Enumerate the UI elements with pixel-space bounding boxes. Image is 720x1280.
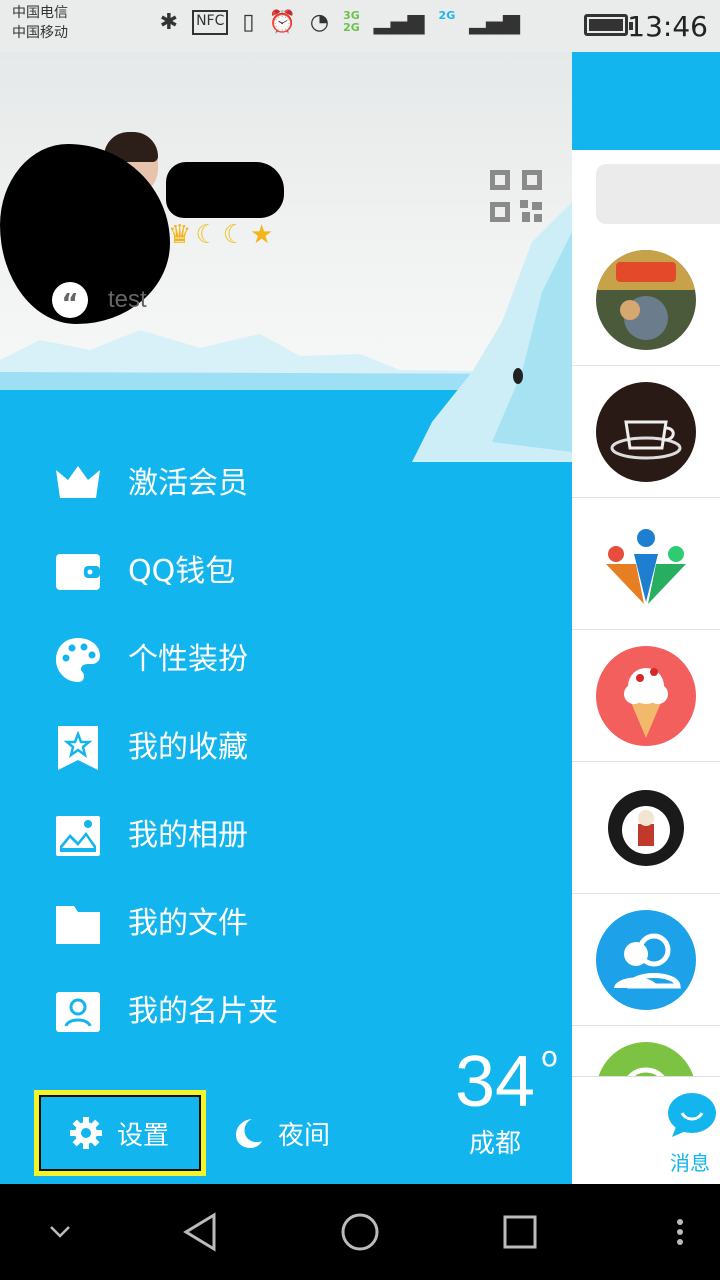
conversation-row[interactable]: [572, 762, 720, 894]
moon-badge-icon: ☾: [222, 220, 246, 250]
more-button[interactable]: [660, 1184, 700, 1280]
wallet-icon: [56, 554, 100, 590]
icecream-avatar: [596, 646, 696, 746]
crown-icon: [56, 466, 100, 498]
battery-icon: [584, 14, 633, 36]
conversation-row[interactable]: [572, 498, 720, 630]
bookmark-star-icon: [58, 726, 98, 770]
redaction-mark-name: [166, 162, 284, 218]
home-button[interactable]: [330, 1184, 390, 1280]
menu-item-label: 激活会员: [128, 466, 248, 501]
game-avatar: [596, 250, 696, 350]
menu-item-label: 我的收藏: [128, 730, 248, 765]
signal-icon-2: ▂▄▆: [469, 10, 520, 35]
moon-badge-icon: ☾: [195, 220, 219, 250]
conversation-row[interactable]: [572, 366, 720, 498]
back-triangle-icon: [183, 1212, 216, 1252]
hide-navbar-button[interactable]: [40, 1184, 80, 1280]
signature[interactable]: “ test: [52, 282, 147, 319]
iceberg-decoration: [412, 202, 572, 462]
star-badge-icon: ★: [249, 220, 274, 250]
carrier-labels: 中国电信 中国移动: [12, 3, 68, 43]
nfc-icon: NFC: [192, 10, 229, 35]
bluetooth-icon: ✱: [159, 10, 179, 35]
drawer-footer: 设置 夜间 34 o 成都: [0, 1040, 572, 1182]
alarm-icon: ⏰: [268, 10, 296, 35]
carrier-1: 中国电信: [12, 5, 68, 21]
recents-square-icon: [503, 1215, 537, 1249]
conversation-row[interactable]: [572, 630, 720, 762]
menu-item-album[interactable]: 我的相册: [0, 792, 572, 880]
menu-item-label: 我的文件: [128, 906, 248, 941]
menu-item-wallet[interactable]: QQ钱包: [0, 528, 572, 616]
signal-icon: ▂▄▆: [373, 10, 425, 35]
signature-text: test: [108, 286, 147, 313]
palette-icon: [56, 638, 100, 682]
menu-item-files[interactable]: 我的文件: [0, 880, 572, 968]
menu-item-favorites[interactable]: 我的收藏: [0, 704, 572, 792]
drawer-menu: 激活会员 QQ钱包 个性装扮 我的收藏 我的相册 我的文件 我的名片夹: [0, 440, 572, 1056]
menu-item-vip[interactable]: 激活会员: [0, 440, 572, 528]
menu-item-label: 个性装扮: [128, 642, 248, 677]
group-logo-avatar: [596, 514, 696, 614]
messages-tab[interactable]: 消息: [572, 1076, 720, 1184]
city-name: 成都: [468, 1129, 521, 1159]
menu-item-theme[interactable]: 个性装扮: [0, 616, 572, 704]
home-circle-icon: [341, 1213, 379, 1251]
crown-badge-icon: ♛: [168, 220, 192, 250]
recents-button[interactable]: [490, 1184, 550, 1280]
main-content-peek[interactable]: 消息: [572, 52, 720, 1184]
ink-avatar: [596, 778, 696, 878]
menu-item-label: QQ钱包: [128, 554, 236, 589]
night-mode-button[interactable]: 夜间: [232, 1090, 330, 1176]
status-icons: ✱ NFC ▯ ⏰ ◔ 3G 2G ▂▄▆ 2G ▂▄▆: [160, 10, 520, 35]
menu-item-label: 我的相册: [128, 818, 248, 853]
more-vertical-icon: [677, 1219, 683, 1245]
clock: 13:46: [627, 10, 708, 43]
settings-label: 设置: [117, 1120, 170, 1151]
contacts-avatar: [596, 910, 696, 1010]
network-indicator-2: 2G: [438, 9, 456, 22]
chevron-down-icon: [50, 1226, 70, 1238]
messages-tab-label: 消息: [670, 1151, 710, 1175]
chat-bubble-icon: [668, 1093, 716, 1137]
qr-code-icon[interactable]: [490, 170, 542, 222]
coffee-avatar: [596, 382, 696, 482]
vibrate-icon: ▯: [242, 10, 255, 35]
folder-icon: [56, 906, 100, 944]
status-bar: 中国电信 中国移动 ✱ NFC ▯ ⏰ ◔ 3G 2G ▂▄▆ 2G ▂▄▆ 1…: [0, 0, 720, 52]
moon-icon: [236, 1119, 262, 1148]
side-drawer: ♛ ☾ ☾ ★ “ test 激活会员 QQ钱包 个性装扮 我的收藏 我的相册 …: [0, 52, 572, 1184]
system-navigation-bar: [0, 1184, 720, 1280]
carrier-2: 中国移动: [12, 25, 68, 41]
level-badges[interactable]: ♛ ☾ ☾ ★: [168, 220, 273, 250]
image-icon: [56, 816, 100, 856]
conversation-row[interactable]: [572, 894, 720, 1026]
gear-icon: [70, 1117, 102, 1149]
quote-icon: “: [52, 282, 88, 319]
night-mode-label: 夜间: [278, 1120, 331, 1151]
conversation-row[interactable]: [572, 234, 720, 366]
weather-widget[interactable]: 34 o 成都: [430, 1038, 560, 1182]
main-header: [572, 52, 720, 150]
network-indicator: 3G 2G: [343, 9, 360, 34]
search-bar[interactable]: [596, 164, 720, 224]
settings-button[interactable]: 设置: [34, 1090, 206, 1176]
contact-card-icon: [56, 992, 100, 1032]
menu-item-label: 我的名片夹: [128, 994, 278, 1029]
degree-symbol: o: [540, 1040, 558, 1073]
back-button[interactable]: [170, 1184, 230, 1280]
wifi-icon: ◔: [309, 10, 330, 35]
